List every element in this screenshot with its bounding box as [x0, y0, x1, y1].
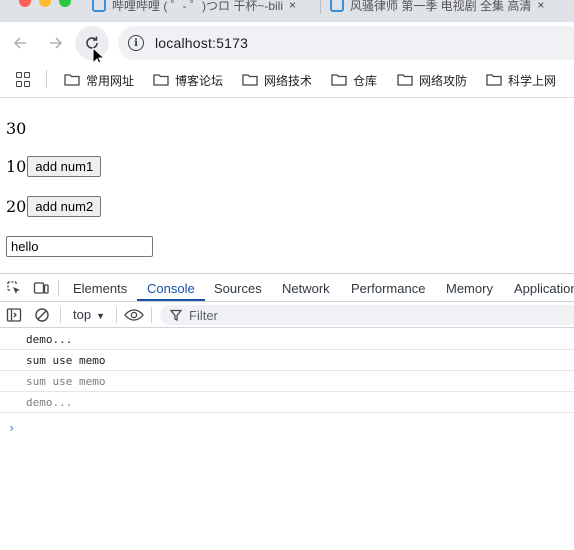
- tab-elements[interactable]: Elements: [73, 281, 127, 296]
- arrow-left-icon: [13, 37, 26, 49]
- clear-console-icon[interactable]: [34, 307, 50, 323]
- toolbar-divider: [116, 307, 117, 323]
- minimize-window-button[interactable]: [39, 0, 51, 7]
- filter-funnel-icon: [170, 309, 182, 321]
- context-label: top: [73, 307, 92, 322]
- bookmark-folder[interactable]: 仓库: [331, 71, 377, 89]
- folder-icon: [153, 74, 169, 86]
- sum-value: 30: [6, 119, 27, 138]
- bookmark-folder[interactable]: 博客论坛: [153, 71, 223, 89]
- tab-title: 风骚律师 第一季 电视剧 全集 高清: [350, 0, 532, 13]
- bookmark-label: 常用网址: [86, 73, 135, 88]
- console-toolbar: top ▼ Filter: [0, 302, 574, 328]
- text-input[interactable]: [6, 236, 153, 257]
- devtools-tab-bar: Elements Console Sources Network Perform…: [0, 274, 574, 302]
- folder-icon: [64, 74, 80, 86]
- inspect-element-icon[interactable]: [6, 280, 22, 296]
- bookmark-folder[interactable]: 网络技术: [242, 71, 312, 89]
- add-num2-button[interactable]: add num2: [27, 196, 102, 217]
- console-output: demo... sum use memo sum use memo demo..…: [0, 329, 574, 435]
- toolbar-divider: [151, 307, 152, 323]
- address-bar[interactable]: i localhost:5173: [118, 26, 574, 60]
- bookmark-label: 科学上网: [508, 73, 557, 88]
- tab-memory[interactable]: Memory: [446, 281, 493, 296]
- toolbar-divider: [60, 307, 61, 323]
- bookmark-label: 仓库: [353, 73, 378, 88]
- devtools-panel: Elements Console Sources Network Perform…: [0, 273, 574, 550]
- bookmark-folder[interactable]: 常用网址: [64, 71, 134, 89]
- folder-icon: [242, 74, 258, 86]
- bookmarks-divider: [46, 70, 47, 88]
- bookmark-label: 网络技术: [264, 73, 313, 88]
- browser-toolbar: i localhost:5173: [0, 22, 574, 62]
- bookmark-label: 博客论坛: [175, 73, 224, 88]
- tab-console[interactable]: Console: [147, 281, 195, 296]
- folder-icon: [331, 74, 347, 86]
- back-button[interactable]: [5, 28, 35, 58]
- add-num1-button[interactable]: add num1: [27, 156, 102, 177]
- tab-title: 哔哩哔哩 ( ゜- ゜)つロ 干杯~-bili: [112, 0, 284, 13]
- zoom-window-button[interactable]: [59, 0, 71, 7]
- bookmark-label: 网络攻防: [419, 73, 468, 88]
- num1-row: 10 add num1: [6, 156, 102, 177]
- tab-sources[interactable]: Sources: [214, 281, 262, 296]
- active-tab-indicator: [137, 299, 205, 301]
- filter-placeholder: Filter: [189, 307, 218, 323]
- url-text[interactable]: localhost:5173: [155, 35, 248, 51]
- tab-close-icon[interactable]: ×: [537, 0, 544, 12]
- eye-icon[interactable]: [124, 307, 144, 323]
- sidebar-toggle-icon[interactable]: [6, 307, 22, 323]
- arrow-right-icon: [50, 37, 63, 49]
- num2-row: 20 add num2: [6, 196, 102, 217]
- tab-performance[interactable]: Performance: [351, 281, 425, 296]
- device-toolbar-icon[interactable]: [33, 280, 49, 296]
- tab-application[interactable]: Application: [514, 281, 574, 296]
- console-log-entry: sum use memo: [0, 350, 574, 371]
- browser-tab-2[interactable]: 风骚律师 第一季 电视剧 全集 高清 ×: [330, 0, 574, 16]
- bookmark-folder[interactable]: 网络攻防: [397, 71, 467, 89]
- apps-grid-icon[interactable]: [16, 72, 32, 88]
- context-selector[interactable]: top ▼: [73, 307, 105, 322]
- forward-button[interactable]: [41, 28, 71, 58]
- num2-value: 20: [6, 197, 27, 216]
- console-filter-input[interactable]: Filter: [160, 305, 574, 325]
- console-log-entry: demo...: [0, 329, 574, 350]
- close-window-button[interactable]: [19, 0, 31, 7]
- tab-close-icon[interactable]: ×: [289, 0, 296, 12]
- browser-tab-1[interactable]: 哔哩哔哩 ( ゜- ゜)つロ 干杯~-bili ×: [92, 0, 310, 16]
- folder-icon: [397, 74, 413, 86]
- tab-strip: 哔哩哔哩 ( ゜- ゜)つロ 干杯~-bili × 风骚律师 第一季 电视剧 全…: [0, 0, 574, 22]
- tab-network[interactable]: Network: [282, 281, 330, 296]
- bookmarks-bar: 常用网址 博客论坛 网络技术 仓库 网络攻防 科学上网: [0, 62, 574, 98]
- console-prompt-icon[interactable]: ›: [8, 421, 15, 435]
- num1-value: 10: [6, 157, 27, 176]
- bookmark-folder[interactable]: 科学上网: [486, 71, 556, 89]
- folder-icon: [486, 74, 502, 86]
- tv-favicon-icon: [330, 0, 344, 12]
- console-log-entry: demo...: [0, 392, 574, 413]
- devtools-divider: [58, 280, 59, 296]
- tv-favicon-icon: [92, 0, 106, 12]
- site-info-icon[interactable]: i: [128, 35, 144, 51]
- sum-row: 30: [6, 119, 26, 138]
- page-content: 30 10 add num1 20 add num2: [0, 99, 574, 273]
- console-log-entry: sum use memo: [0, 371, 574, 392]
- tab-divider: [320, 0, 321, 14]
- dropdown-arrow-icon: ▼: [96, 311, 105, 321]
